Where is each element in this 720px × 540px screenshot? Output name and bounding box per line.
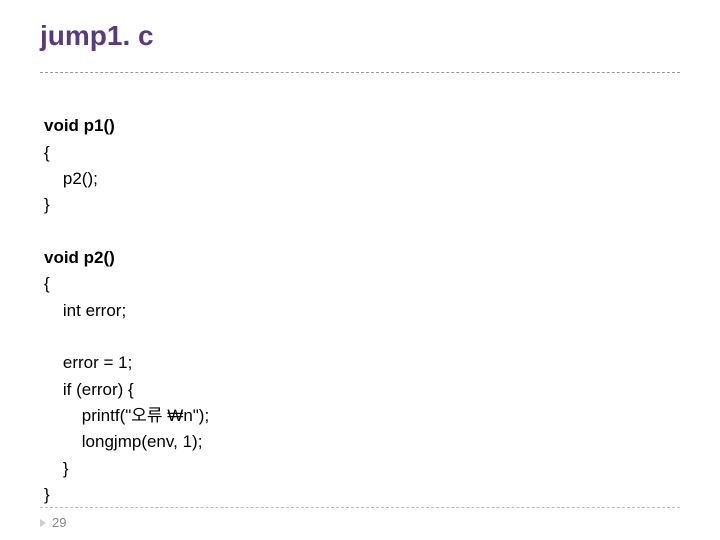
code-line: void p1() bbox=[44, 116, 115, 135]
footer-separator bbox=[40, 507, 680, 508]
code-line: if (error) { bbox=[44, 380, 134, 399]
code-line: printf("오류 ₩n"); bbox=[44, 406, 209, 425]
footer-bullet-icon bbox=[40, 519, 46, 527]
code-line: } bbox=[44, 485, 50, 504]
code-line: } bbox=[44, 195, 50, 214]
code-block: void p1() { p2(); } void p2() { int erro… bbox=[40, 87, 680, 509]
code-line: int error; bbox=[44, 301, 126, 320]
page-title: jump1. c bbox=[40, 20, 680, 58]
code-line: longjmp(env, 1); bbox=[44, 432, 202, 451]
code-line: void p2() bbox=[44, 248, 115, 267]
code-line: { bbox=[44, 143, 50, 162]
title-separator bbox=[40, 72, 680, 73]
code-line: } bbox=[44, 459, 69, 478]
code-line: p2(); bbox=[44, 169, 98, 188]
code-line: error = 1; bbox=[44, 353, 132, 372]
code-line: { bbox=[44, 274, 50, 293]
slide-number: 29 bbox=[52, 515, 66, 530]
